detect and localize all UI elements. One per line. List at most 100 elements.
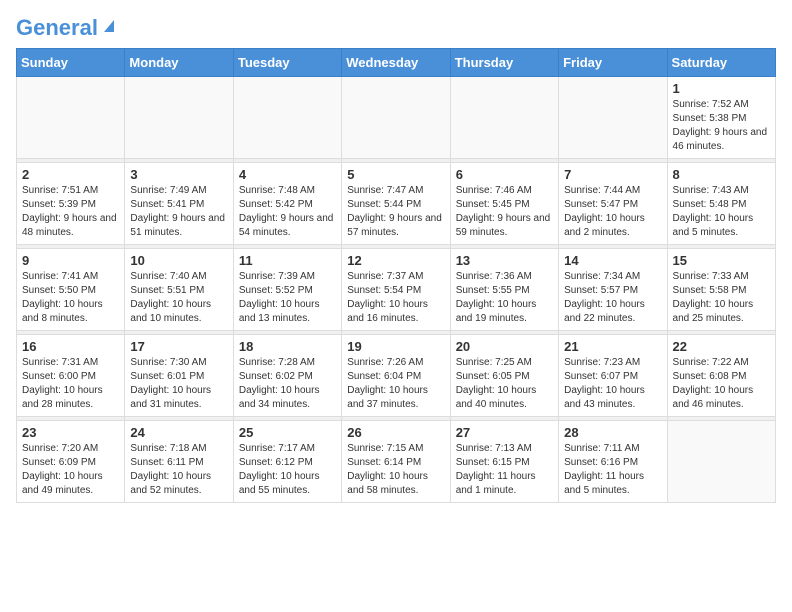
- calendar-cell: 18 Sunrise: 7:28 AM Sunset: 6:02 PM Dayli…: [233, 335, 341, 417]
- day-number: 6: [456, 167, 553, 182]
- day-number: 21: [564, 339, 661, 354]
- calendar-cell: 23Sunrise: 7:20 AM Sunset: 6:09 PM Dayli…: [17, 421, 125, 503]
- day-number: 1: [673, 81, 770, 96]
- calendar-cell: 8 Sunrise: 7:43 AM Sunset: 5:48 PM Daylig…: [667, 163, 775, 245]
- day-info: Sunrise: 7:37 AM Sunset: 5:54 PM Dayligh…: [347, 270, 444, 326]
- calendar-cell: 21 Sunrise: 7:23 AM Sunset: 6:07 PM Dayli…: [559, 335, 667, 417]
- day-number: 22: [673, 339, 770, 354]
- day-number: 25: [239, 425, 336, 440]
- day-info: Sunrise: 7:30 AM Sunset: 6:01 PM Dayligh…: [130, 356, 227, 412]
- calendar-cell: 1 Sunrise: 7:52 AM Sunset: 5:38 PM Daylig…: [667, 77, 775, 159]
- calendar-cell: [17, 77, 125, 159]
- day-info: Sunrise: 7:41 AM Sunset: 5:50 PM Dayligh…: [22, 270, 119, 326]
- day-info: Sunrise: 7:43 AM Sunset: 5:48 PM Dayligh…: [673, 184, 770, 240]
- col-header-wednesday: Wednesday: [342, 49, 450, 77]
- calendar-cell: 17 Sunrise: 7:30 AM Sunset: 6:01 PM Dayli…: [125, 335, 233, 417]
- day-info: Sunrise: 7:31 AM Sunset: 6:00 PM Dayligh…: [22, 356, 119, 412]
- col-header-tuesday: Tuesday: [233, 49, 341, 77]
- day-info: Sunrise: 7:25 AM Sunset: 6:05 PM Dayligh…: [456, 356, 553, 412]
- day-info: Sunrise: 7:48 AM Sunset: 5:42 PM Dayligh…: [239, 184, 336, 240]
- calendar-table: SundayMondayTuesdayWednesdayThursdayFrid…: [16, 48, 776, 503]
- calendar-cell: 4 Sunrise: 7:48 AM Sunset: 5:42 PM Daylig…: [233, 163, 341, 245]
- day-number: 15: [673, 253, 770, 268]
- day-info: Sunrise: 7:49 AM Sunset: 5:41 PM Dayligh…: [130, 184, 227, 240]
- calendar-cell: 2 Sunrise: 7:51 AM Sunset: 5:39 PM Daylig…: [17, 163, 125, 245]
- calendar-cell: [667, 421, 775, 503]
- calendar-cell: [125, 77, 233, 159]
- day-info: Sunrise: 7:28 AM Sunset: 6:02 PM Dayligh…: [239, 356, 336, 412]
- calendar-cell: 20 Sunrise: 7:25 AM Sunset: 6:05 PM Dayli…: [450, 335, 558, 417]
- day-info: Sunrise: 7:18 AM Sunset: 6:11 PM Dayligh…: [130, 442, 227, 498]
- day-info: Sunrise: 7:26 AM Sunset: 6:04 PM Dayligh…: [347, 356, 444, 412]
- calendar-header-row: SundayMondayTuesdayWednesdayThursdayFrid…: [17, 49, 776, 77]
- day-info: Sunrise: 7:15 AM Sunset: 6:14 PM Dayligh…: [347, 442, 444, 498]
- calendar-week-3: 9 Sunrise: 7:41 AM Sunset: 5:50 PM Daylig…: [17, 249, 776, 331]
- calendar-cell: 15Sunrise: 7:33 AM Sunset: 5:58 PM Dayli…: [667, 249, 775, 331]
- calendar-cell: 10 Sunrise: 7:40 AM Sunset: 5:51 PM Dayli…: [125, 249, 233, 331]
- day-info: Sunrise: 7:44 AM Sunset: 5:47 PM Dayligh…: [564, 184, 661, 240]
- day-number: 19: [347, 339, 444, 354]
- day-number: 17: [130, 339, 227, 354]
- logo: General: [16, 16, 118, 36]
- day-number: 4: [239, 167, 336, 182]
- calendar-cell: 5 Sunrise: 7:47 AM Sunset: 5:44 PM Daylig…: [342, 163, 450, 245]
- calendar-cell: 3 Sunrise: 7:49 AM Sunset: 5:41 PM Daylig…: [125, 163, 233, 245]
- day-number: 8: [673, 167, 770, 182]
- calendar-cell: 26Sunrise: 7:15 AM Sunset: 6:14 PM Dayli…: [342, 421, 450, 503]
- day-number: 7: [564, 167, 661, 182]
- calendar-cell: 19 Sunrise: 7:26 AM Sunset: 6:04 PM Dayli…: [342, 335, 450, 417]
- day-number: 11: [239, 253, 336, 268]
- day-info: Sunrise: 7:17 AM Sunset: 6:12 PM Dayligh…: [239, 442, 336, 498]
- calendar-cell: 14 Sunrise: 7:34 AM Sunset: 5:57 PM Dayli…: [559, 249, 667, 331]
- day-number: 10: [130, 253, 227, 268]
- day-number: 13: [456, 253, 553, 268]
- day-number: 24: [130, 425, 227, 440]
- col-header-friday: Friday: [559, 49, 667, 77]
- day-number: 12: [347, 253, 444, 268]
- calendar-cell: [559, 77, 667, 159]
- day-number: 14: [564, 253, 661, 268]
- day-number: 28: [564, 425, 661, 440]
- day-info: Sunrise: 7:40 AM Sunset: 5:51 PM Dayligh…: [130, 270, 227, 326]
- col-header-monday: Monday: [125, 49, 233, 77]
- day-info: Sunrise: 7:46 AM Sunset: 5:45 PM Dayligh…: [456, 184, 553, 240]
- col-header-saturday: Saturday: [667, 49, 775, 77]
- logo-text: General: [16, 16, 98, 40]
- col-header-thursday: Thursday: [450, 49, 558, 77]
- day-info: Sunrise: 7:34 AM Sunset: 5:57 PM Dayligh…: [564, 270, 661, 326]
- day-number: 20: [456, 339, 553, 354]
- calendar-cell: [342, 77, 450, 159]
- calendar-cell: 22 Sunrise: 7:22 AM Sunset: 6:08 PM Dayli…: [667, 335, 775, 417]
- calendar-week-1: 1 Sunrise: 7:52 AM Sunset: 5:38 PM Daylig…: [17, 77, 776, 159]
- calendar-cell: 12 Sunrise: 7:37 AM Sunset: 5:54 PM Dayli…: [342, 249, 450, 331]
- day-info: Sunrise: 7:47 AM Sunset: 5:44 PM Dayligh…: [347, 184, 444, 240]
- day-info: Sunrise: 7:36 AM Sunset: 5:55 PM Dayligh…: [456, 270, 553, 326]
- day-info: Sunrise: 7:22 AM Sunset: 6:08 PM Dayligh…: [673, 356, 770, 412]
- calendar-cell: 13 Sunrise: 7:36 AM Sunset: 5:55 PM Dayli…: [450, 249, 558, 331]
- calendar-cell: [450, 77, 558, 159]
- day-number: 27: [456, 425, 553, 440]
- day-info: Sunrise: 7:23 AM Sunset: 6:07 PM Dayligh…: [564, 356, 661, 412]
- calendar-cell: 25 Sunrise: 7:17 AM Sunset: 6:12 PM Dayli…: [233, 421, 341, 503]
- calendar-cell: 11 Sunrise: 7:39 AM Sunset: 5:52 PM Dayli…: [233, 249, 341, 331]
- calendar-cell: 9 Sunrise: 7:41 AM Sunset: 5:50 PM Daylig…: [17, 249, 125, 331]
- day-number: 3: [130, 167, 227, 182]
- calendar-week-2: 2 Sunrise: 7:51 AM Sunset: 5:39 PM Daylig…: [17, 163, 776, 245]
- calendar-cell: [233, 77, 341, 159]
- calendar-cell: 28 Sunrise: 7:11 AM Sunset: 6:16 PM Dayli…: [559, 421, 667, 503]
- day-info: Sunrise: 7:39 AM Sunset: 5:52 PM Dayligh…: [239, 270, 336, 326]
- day-info: Sunrise: 7:51 AM Sunset: 5:39 PM Dayligh…: [22, 184, 119, 240]
- calendar-cell: 16Sunrise: 7:31 AM Sunset: 6:00 PM Dayli…: [17, 335, 125, 417]
- day-info: Sunrise: 7:20 AM Sunset: 6:09 PM Dayligh…: [22, 442, 119, 498]
- day-number: 5: [347, 167, 444, 182]
- calendar-week-4: 16Sunrise: 7:31 AM Sunset: 6:00 PM Dayli…: [17, 335, 776, 417]
- day-number: 9: [22, 253, 119, 268]
- day-info: Sunrise: 7:13 AM Sunset: 6:15 PM Dayligh…: [456, 442, 553, 498]
- day-number: 18: [239, 339, 336, 354]
- col-header-sunday: Sunday: [17, 49, 125, 77]
- day-info: Sunrise: 7:52 AM Sunset: 5:38 PM Dayligh…: [673, 98, 770, 154]
- day-number: 2: [22, 167, 119, 182]
- calendar-week-5: 23Sunrise: 7:20 AM Sunset: 6:09 PM Dayli…: [17, 421, 776, 503]
- calendar-cell: 24 Sunrise: 7:18 AM Sunset: 6:11 PM Dayli…: [125, 421, 233, 503]
- day-info: Sunrise: 7:11 AM Sunset: 6:16 PM Dayligh…: [564, 442, 661, 498]
